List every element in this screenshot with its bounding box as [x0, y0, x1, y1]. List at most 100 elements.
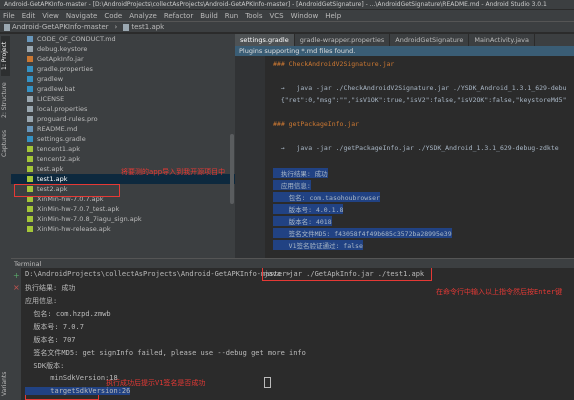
file-icon [27, 76, 33, 82]
file-name: XinMin-hw-release.apk [37, 225, 111, 233]
file-name: proguard-rules.pro [37, 115, 98, 123]
menu-file[interactable]: File [3, 12, 15, 20]
menu-view[interactable]: View [42, 12, 59, 20]
file-name: gradle.properties [37, 65, 93, 73]
file-tree-item[interactable]: tencent2.apk [11, 154, 235, 164]
editor-line: 包名: com.tasohoubrowser [273, 192, 380, 202]
file-icon [27, 156, 33, 162]
file-tree-item[interactable]: GetApkInfo.jar [11, 54, 235, 64]
crumb-project[interactable]: Android-GetAPKInfo-master [4, 23, 109, 31]
file-icon [27, 146, 33, 152]
editor-tab[interactable]: gradle-wrapper.properties [295, 34, 391, 46]
file-icon [27, 216, 33, 222]
menu-tools[interactable]: Tools [245, 12, 262, 20]
annotation-import-app: 将要测的app导入到我开源项目中 [121, 168, 226, 176]
editor-panel: settings.gradle gradle-wrapper.properties… [235, 34, 574, 258]
file-name: XinMin-hw-7.0.8_7iagu_sign.apk [37, 215, 142, 223]
file-icon [27, 166, 33, 172]
file-icon [27, 176, 33, 182]
terminal-line: 版本名: 707 [25, 336, 76, 344]
terminal-line: targetSdkVersion:26 [25, 387, 131, 395]
annotation-box-selected-file [14, 184, 120, 197]
navigation-bar: Android-GetAPKInfo-master › test1.apk [0, 21, 574, 33]
menu-run[interactable]: Run [225, 12, 238, 20]
plugin-banner: Plugins supporting *.md files found. [235, 46, 574, 56]
file-icon [27, 86, 33, 92]
editor-line: 应用信息: [273, 180, 311, 190]
menu-help[interactable]: Help [325, 12, 341, 20]
terminal-line: SDK版本: [25, 362, 65, 370]
menu-code[interactable]: Code [104, 12, 122, 20]
menu-edit[interactable]: Edit [22, 12, 36, 20]
file-tree-item[interactable]: gradlew [11, 74, 235, 84]
editor-line: 版本号: 4.0.1.8 [273, 204, 344, 214]
file-tree-item[interactable]: XinMin-hw-7.0.7_test.apk [11, 204, 235, 214]
file-tree-item[interactable]: XinMin-hw-7.0.8_7iagu_sign.apk [11, 214, 235, 224]
menu-navigate[interactable]: Navigate [66, 12, 97, 20]
editor-line: → java -jar ./CheckAndroidV2Signature.ja… [273, 84, 567, 92]
file-name: gradlew.bat [37, 85, 76, 93]
tab-captures[interactable]: Captures [1, 126, 10, 162]
crumb-file[interactable]: test1.apk [123, 23, 164, 31]
file-name: README.md [37, 125, 78, 133]
editor-tab[interactable]: settings.gradle [235, 34, 295, 46]
editor-line: ### getPackageInfo.jar [273, 120, 360, 128]
editor-line: 执行结果: 成功 [273, 168, 328, 178]
menu-refactor[interactable]: Refactor [164, 12, 193, 20]
file-tree-item[interactable]: debug.keystore [11, 44, 235, 54]
tab-variants[interactable]: Variants [1, 369, 10, 399]
file-tree: CODE_OF_CONDUCT.md debug.keystore GetApkIn… [11, 34, 235, 234]
file-name: gradlew [37, 75, 64, 83]
file-tree-item[interactable]: settings.gradle [11, 134, 235, 144]
project-scrollbar[interactable] [230, 134, 234, 204]
terminal-prompt: D:\AndroidProjects\collectAsProjects\And… [25, 270, 291, 278]
editor-line: → java -jar ./getPackageInfo.jar ./YSDK_… [273, 144, 559, 152]
file-name: test.apk [37, 165, 64, 173]
file-tree-item[interactable]: gradlew.bat [11, 84, 235, 94]
file-icon [27, 206, 33, 212]
editor-tab[interactable]: AndroidGetSignature [390, 34, 470, 46]
file-name: tencent2.apk [37, 155, 80, 163]
file-tree-item[interactable]: gradle.properties [11, 64, 235, 74]
terminal-line: 包名: com.hzpd.zmwb [25, 310, 111, 318]
terminal-toolbar: + × [11, 268, 21, 400]
file-tree-item[interactable]: README.md [11, 124, 235, 134]
file-icon [27, 36, 33, 42]
window-title: Android-GetAPKInfo-master - [D:\AndroidP… [0, 0, 574, 10]
terminal-line: 签名文件MD5: get signInfo failed, please use… [25, 349, 306, 357]
file-tree-item[interactable]: CODE_OF_CONDUCT.md [11, 34, 235, 44]
file-icon [27, 116, 33, 122]
menu-build[interactable]: Build [200, 12, 218, 20]
editor-line: 版本名: 4018 [273, 216, 332, 226]
tab-project[interactable]: 1: Project [1, 36, 10, 76]
menu-analyze[interactable]: Analyze [129, 12, 157, 20]
file-tree-item[interactable]: local.properties [11, 104, 235, 114]
readme-content[interactable]: ### CheckAndroidV2Signature.jar → java -… [273, 56, 574, 258]
file-icon [27, 136, 33, 142]
file-name: CODE_OF_CONDUCT.md [37, 35, 116, 43]
file-name: LICENSE [37, 95, 65, 103]
terminal-output[interactable]: D:\AndroidProjects\collectAsProjects\And… [21, 268, 574, 400]
file-icon [27, 46, 33, 52]
close-icon[interactable]: × [13, 284, 20, 292]
file-tree-item[interactable]: LICENSE [11, 94, 235, 104]
editor-line: {"ret":0,"msg":"","isV1OK":true,"isV2":f… [273, 96, 567, 104]
file-tree-item[interactable]: proguard-rules.pro [11, 114, 235, 124]
tab-structure[interactable]: 2: Structure [1, 80, 10, 120]
menu-vcs[interactable]: VCS [269, 12, 283, 20]
file-tree-item[interactable]: tencent1.apk [11, 144, 235, 154]
file-icon [123, 23, 130, 31]
file-name: local.properties [37, 105, 88, 113]
menu-window[interactable]: Window [291, 12, 319, 20]
terminal-line: minSdkVersion:18 [25, 374, 118, 382]
terminal-line: 版本号: 7.0.7 [25, 323, 84, 331]
file-tree-item[interactable]: XinMin-hw-release.apk [11, 224, 235, 234]
file-name: debug.keystore [37, 45, 88, 53]
chevron-right-icon: › [114, 23, 118, 31]
editor-gutter [235, 56, 265, 258]
file-icon [27, 106, 33, 112]
add-icon[interactable]: + [13, 272, 20, 280]
editor-tab[interactable]: MainActivity.java [469, 34, 535, 46]
file-name: test1.apk [37, 175, 68, 183]
terminal-header: Terminal [11, 258, 574, 268]
